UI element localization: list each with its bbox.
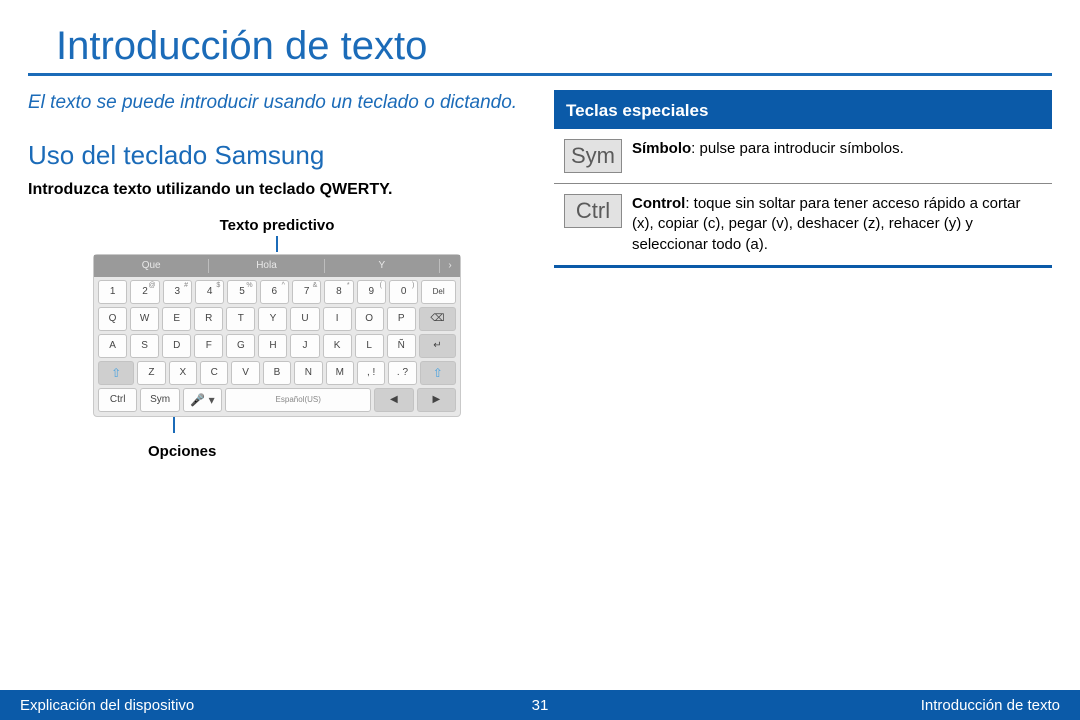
- keyboard-key: Ñ: [387, 334, 416, 358]
- keyboard-key: W: [130, 307, 159, 331]
- keyboard-key: B: [263, 361, 291, 385]
- arrow-left-icon: ◀: [374, 388, 413, 412]
- keyboard-key: . ?: [388, 361, 416, 385]
- keyboard-key: Del: [421, 280, 456, 304]
- keyboard-row-5: CtrlSym 🎤 ▾ Español(US)◀▶: [94, 385, 460, 412]
- keyboard-key: Sym: [140, 388, 179, 412]
- keyboard-key: U: [290, 307, 319, 331]
- footer-right: Introducción de texto: [548, 697, 1060, 714]
- chevron-right-icon: ›: [440, 260, 460, 271]
- keyboard-key: L: [355, 334, 384, 358]
- keyboard-key: N: [294, 361, 322, 385]
- keyboard-row-2: QWERTYUIOP⌫: [94, 304, 460, 331]
- keyboard-key: S: [130, 334, 159, 358]
- enter-icon: ↵: [419, 334, 456, 358]
- footer-page-number: 31: [532, 697, 549, 714]
- keyboard-key: C: [200, 361, 228, 385]
- section-lead: Introduzca texto utilizando un teclado Q…: [28, 181, 526, 199]
- special-key-description: Control: toque sin soltar para tener acc…: [632, 194, 1042, 255]
- keyboard-key: X: [169, 361, 197, 385]
- intro-text: El texto se puede introducir usando un t…: [28, 90, 526, 116]
- left-column: El texto se puede introducir usando un t…: [28, 90, 526, 460]
- special-keys-header: Teclas especiales: [554, 93, 1052, 129]
- keyboard-key: R: [194, 307, 223, 331]
- special-key-row: Ctrl Control: toque sin soltar para tener…: [554, 183, 1052, 265]
- keyboard-key: D: [162, 334, 191, 358]
- special-key-row: Sym Símbolo: pulse para introducir símbol…: [554, 129, 1052, 183]
- callout-line-top: [276, 236, 278, 252]
- callout-options: Opciones: [148, 443, 526, 460]
- keyboard-key: V: [231, 361, 259, 385]
- keyboard-key: K: [323, 334, 352, 358]
- shift-icon: ⇧: [98, 361, 134, 385]
- keyboard-key: 3#: [163, 280, 192, 304]
- keyboard-key: E: [162, 307, 191, 331]
- keyboard-key: T: [226, 307, 255, 331]
- keyboard-key: I: [323, 307, 352, 331]
- page-title: Introducción de texto: [28, 0, 1052, 76]
- special-key-icon: Ctrl: [564, 194, 622, 228]
- keyboard-key: 2@: [130, 280, 159, 304]
- keyboard-key: F: [194, 334, 223, 358]
- keyboard-row-1: 12@3#4$5%6^7&8*9(0)Del: [94, 277, 460, 304]
- footer-left: Explicación del dispositivo: [20, 697, 532, 714]
- keyboard-key: Y: [258, 307, 287, 331]
- keyboard-key: Z: [137, 361, 165, 385]
- keyboard-key: Ctrl: [98, 388, 137, 412]
- keyboard-key: 1: [98, 280, 127, 304]
- keyboard-row-3: ASDFGHJKLÑ↵: [94, 331, 460, 358]
- keyboard-key: M: [326, 361, 354, 385]
- keyboard-key: 4$: [195, 280, 224, 304]
- prediction-1: Que: [94, 260, 208, 271]
- mic-icon: 🎤 ▾: [190, 393, 214, 407]
- keyboard-key: , !: [357, 361, 385, 385]
- prediction-3: Y: [325, 260, 439, 271]
- keyboard-key: H: [258, 334, 287, 358]
- keyboard-key: O: [355, 307, 384, 331]
- arrow-right-icon: ▶: [417, 388, 456, 412]
- shift-icon: ⇧: [420, 361, 456, 385]
- footer-bar: Explicación del dispositivo 31 Introducc…: [0, 690, 1080, 720]
- special-keys-table: Teclas especiales Sym Símbolo: pulse para…: [554, 90, 1052, 268]
- special-key-description: Símbolo: pulse para introducir símbolos.: [632, 139, 904, 173]
- right-column: Teclas especiales Sym Símbolo: pulse para…: [554, 90, 1052, 460]
- callout-predictive: Texto predictivo: [28, 217, 526, 234]
- keyboard-key: 7&: [292, 280, 321, 304]
- keyboard-key: Q: [98, 307, 127, 331]
- keyboard-key: 5%: [227, 280, 256, 304]
- keyboard-key: G: [226, 334, 255, 358]
- keyboard-illustration: Que Hola Y › 12@3#4$5%6^7&8*9(0)Del QWER…: [93, 254, 461, 417]
- section-heading: Uso del teclado Samsung: [28, 140, 526, 171]
- keyboard-key: 9(: [357, 280, 386, 304]
- keyboard-key: 🎤 ▾: [183, 388, 222, 412]
- keyboard-key: 8*: [324, 280, 353, 304]
- keyboard-prediction-bar: Que Hola Y ›: [94, 255, 460, 277]
- keyboard-row-4: ⇧ZXCVBNM, !. ?⇧: [94, 358, 460, 385]
- keyboard-key: P: [387, 307, 416, 331]
- keyboard-key: J: [290, 334, 319, 358]
- backspace-icon: ⌫: [419, 307, 456, 331]
- keyboard-key: 0): [389, 280, 418, 304]
- prediction-2: Hola: [209, 260, 323, 271]
- callout-line-bottom: [173, 417, 175, 433]
- keyboard-key: 6^: [260, 280, 289, 304]
- keyboard-key: Español(US): [225, 388, 371, 412]
- special-key-icon: Sym: [564, 139, 622, 173]
- keyboard-key: A: [98, 334, 127, 358]
